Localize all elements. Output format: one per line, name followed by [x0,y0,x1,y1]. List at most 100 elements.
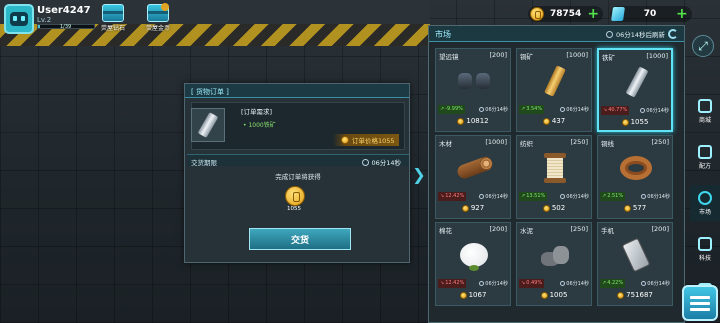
order-deadline: 交货期限 06分14秒 [187,154,409,167]
user-name: User4247 [37,5,91,16]
trend-badge: ↗ 2.51% [600,191,626,201]
trend-icon: ↗ [521,106,526,112]
diamond-chest[interactable]: 荧屋钻石 [98,4,128,32]
item-price: 927 [436,204,510,212]
trend-icon: ↗ [521,193,526,199]
coin-chest[interactable]: 荧屋金币 [143,3,173,32]
tech-icon [698,236,712,251]
menu-button[interactable] [682,285,718,321]
market-item-card[interactable]: 纺织 [250] ↗ 13.51% 06分14秒 502 [516,135,592,219]
iron-icon [625,66,649,98]
order-price-label: 订单价格1055 [352,137,395,145]
refresh-icon[interactable] [668,29,678,39]
item-meta: ↘ 0.49% 06分14秒 [519,278,589,288]
market-item-card[interactable]: 铜矿 [1000] ↗ 3.54% 06分14秒 437 [516,48,592,132]
coin-icon [461,204,469,212]
item-price: 1005 [517,291,591,299]
market-item-card[interactable]: 望远镜 [200] ↗ -9.99% 06分14秒 10812 [435,48,511,132]
coil-icon [620,156,652,180]
trend-badge: ↗ -9.99% [438,104,465,114]
market-item-card[interactable]: 铜线 [250] ↗ 2.51% 06分14秒 577 [597,135,673,219]
add-gems-button[interactable]: + [676,7,688,21]
gem-amount: 70 [643,9,657,19]
side-nav-shop[interactable]: 商城 [690,93,720,129]
market-icon [698,190,712,205]
item-price-value: 437 [551,117,566,125]
market-item-card[interactable]: 铁矿 [1000] ↘ 40.77% 06分14秒 1055 [597,48,673,132]
gem-counter: 70 + [610,6,692,22]
item-stock: [250] [570,225,588,233]
item-art [454,149,494,187]
deliver-button[interactable]: 交货 [249,228,351,250]
item-art [616,149,656,187]
market-item-card[interactable]: 手机 [200] ↗ 4.22% 06分14秒 751687 [597,222,673,306]
chest-icon [102,4,124,22]
coin-amount: 78754 [550,9,582,19]
trend-value: 40.77% [608,107,628,113]
item-name: 纺织 [520,140,533,148]
trend-value: -9.99% [445,106,463,112]
item-timer: 06分14秒 [479,193,508,200]
market-item-card[interactable]: 木材 [1000] ↘ 12.42% 06分14秒 927 [435,135,511,219]
trend-value: 13.51% [526,193,546,199]
market-item-card[interactable]: 水泥 [250] ↘ 0.49% 06分14秒 1005 [516,222,592,306]
clock-icon [479,193,485,199]
iron-ingot-icon [197,112,219,138]
add-coins-button[interactable]: + [587,7,599,21]
order-panel: [ 货物订单 ] [订单需求] • 1000铁矿 订单价格1055 交货期限 0… [184,83,410,263]
item-name: 望远镜 [439,53,459,61]
trend-icon: ↘ [521,280,526,286]
trend-badge: ↘ 12.42% [438,278,467,288]
coin-icon [617,291,625,299]
item-stock: [200] [489,51,507,59]
item-art [535,149,575,187]
expand-icon[interactable]: ⤢ [692,35,714,57]
item-price-value: 502 [551,204,566,212]
item-price: 10812 [436,117,510,125]
item-price: 1055 [599,118,671,126]
side-nav-market[interactable]: 市场 [690,185,720,221]
item-timer: 06分14秒 [560,280,589,287]
spool-icon [544,153,566,183]
item-art [616,236,656,274]
trend-value: 0.49% [526,280,543,286]
phone-icon [621,237,651,273]
shop-icon [698,98,712,113]
xp-bar-fill [38,25,40,28]
reward-value: 1055 [287,206,301,212]
chest-label: 荧屋钻石 [100,25,125,32]
item-name: 铁矿 [602,54,615,62]
side-nav-recipe[interactable]: 配方 [690,139,720,175]
gem-icon [611,7,625,21]
item-price-value: 927 [470,204,485,212]
item-meta: ↘ 12.42% 06分14秒 [438,191,508,201]
side-nav-label: 商城 [698,116,711,124]
item-name: 木材 [439,140,452,148]
item-stock: [250] [651,138,669,146]
item-time: 06分14秒 [647,193,670,200]
coin-icon [621,118,629,126]
item-time: 06分14秒 [566,193,589,200]
item-art [454,236,494,274]
chest-icon [147,3,169,22]
item-price-value: 751687 [626,291,653,299]
cotton-icon [460,243,488,271]
side-nav-tech[interactable]: 科技 [690,231,720,267]
deadline-label: 交货期限 [191,159,217,167]
clock-icon [560,193,566,199]
market-refresh: 06分14秒后刷新 [605,29,678,39]
clock-icon [362,158,370,166]
coin-icon [623,204,631,212]
market-item-card[interactable]: 棉花 [200] ↘ 12.42% 06分14秒 1067 [435,222,511,306]
binoc-icon [458,73,490,89]
coin-badge-icon [161,3,169,11]
wood-icon [455,155,493,181]
market-grid: 望远镜 [200] ↗ -9.99% 06分14秒 10812 铜矿 [1000] … [435,48,673,306]
avatar[interactable] [4,4,34,34]
item-time: 06分14秒 [647,280,670,287]
chevron-right-icon[interactable]: ❯ [412,160,425,188]
item-timer: 06分14秒 [560,193,589,200]
user-level: Lv.2 [37,16,52,24]
item-stock: [200] [489,225,507,233]
item-stock: [1000] [485,138,507,146]
